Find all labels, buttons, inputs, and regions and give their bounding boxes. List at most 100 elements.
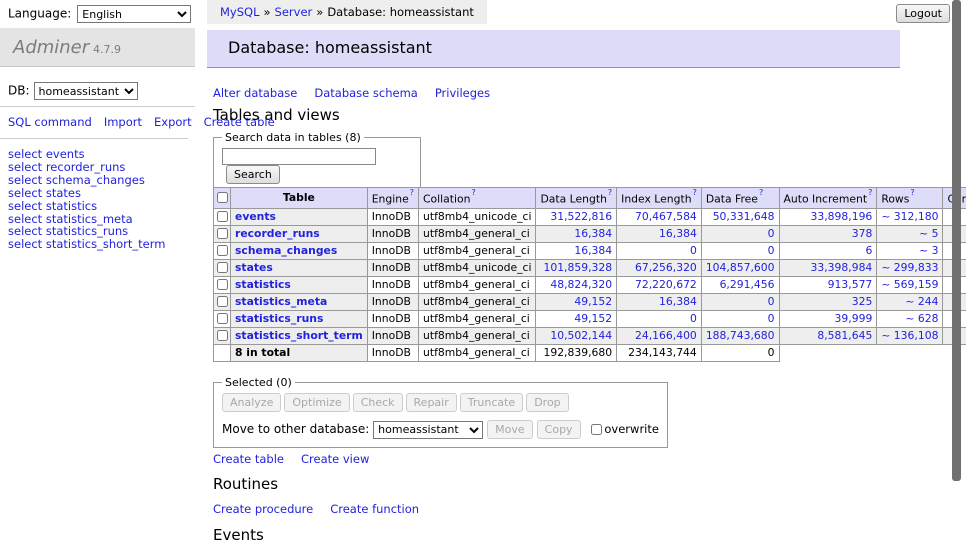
- table-link-statistics_meta[interactable]: statistics_meta: [235, 295, 327, 308]
- data-length-link[interactable]: 49,152: [574, 312, 612, 325]
- data-length-link[interactable]: 31,522,816: [550, 210, 612, 223]
- copy-button[interactable]: Copy: [537, 420, 581, 439]
- data-free-link[interactable]: 104,857,600: [706, 261, 775, 274]
- data-length-link[interactable]: 49,152: [574, 295, 612, 308]
- rows-link[interactable]: ~ 5: [919, 227, 938, 240]
- table-link-states[interactable]: states: [235, 261, 273, 274]
- search-button[interactable]: Search: [226, 165, 280, 184]
- link-create-function[interactable]: Create function: [330, 502, 419, 516]
- drop-button[interactable]: Drop: [526, 393, 568, 412]
- help-link[interactable]: ?: [410, 188, 414, 197]
- index-length-link[interactable]: 16,384: [659, 295, 697, 308]
- index-length-link[interactable]: 72,220,672: [635, 278, 697, 291]
- index-length-link[interactable]: 67,256,320: [635, 261, 697, 274]
- link-create-table[interactable]: Create table: [213, 452, 284, 466]
- optimize-button[interactable]: Optimize: [284, 393, 349, 412]
- rows-link[interactable]: ~ 3: [919, 244, 938, 257]
- link-create-procedure[interactable]: Create procedure: [213, 502, 313, 516]
- table-link-schema_changes[interactable]: schema_changes: [235, 244, 337, 257]
- breadcrumb-server[interactable]: Server: [275, 5, 313, 19]
- data-length-link[interactable]: 16,384: [574, 244, 612, 257]
- auto-increment-link[interactable]: 39,999: [835, 312, 873, 325]
- sidebar-item-select-schema-changes[interactable]: select schema_changes: [8, 174, 187, 187]
- row-checkbox[interactable]: [217, 211, 228, 222]
- rows-link[interactable]: ~ 628: [905, 312, 938, 325]
- total-empty-cell: [214, 344, 231, 361]
- help-link[interactable]: ?: [910, 188, 914, 197]
- sidebar-item-select-recorder-runs[interactable]: select recorder_runs: [8, 161, 187, 174]
- row-checkbox[interactable]: [217, 296, 228, 307]
- sidebar-link-sql-command[interactable]: SQL command: [8, 115, 92, 129]
- data-length-link[interactable]: 101,859,328: [543, 261, 612, 274]
- auto-increment-link[interactable]: 33,398,984: [810, 261, 872, 274]
- row-checkbox[interactable]: [217, 228, 228, 239]
- table-row-statistics_meta: statistics_metaInnoDButf8mb4_general_ci4…: [214, 293, 966, 310]
- row-checkbox[interactable]: [217, 279, 228, 290]
- data-length-link[interactable]: 16,384: [574, 227, 612, 240]
- data-length-link[interactable]: 10,502,144: [550, 329, 612, 342]
- rows-link[interactable]: ~ 136,108: [881, 329, 938, 342]
- table-link-statistics[interactable]: statistics: [235, 278, 291, 291]
- auto-increment-link[interactable]: 8,581,645: [817, 329, 872, 342]
- data-free-link[interactable]: 0: [768, 244, 775, 257]
- link-database-schema[interactable]: Database schema: [314, 86, 417, 100]
- help-link[interactable]: ?: [608, 188, 612, 197]
- index-length-link[interactable]: 70,467,584: [635, 210, 697, 223]
- row-checkbox[interactable]: [217, 245, 228, 256]
- help-link[interactable]: ?: [471, 188, 475, 197]
- rows-link[interactable]: ~ 569,159: [881, 278, 938, 291]
- scrollbar[interactable]: [952, 0, 961, 481]
- index-length-link[interactable]: 0: [690, 312, 697, 325]
- move-button[interactable]: Move: [487, 420, 533, 439]
- breadcrumb-mysql[interactable]: MySQL: [220, 5, 260, 19]
- data-free-link[interactable]: 50,331,648: [713, 210, 775, 223]
- rows-link[interactable]: ~ 244: [905, 295, 938, 308]
- table-link-recorder_runs[interactable]: recorder_runs: [235, 227, 320, 240]
- sidebar-link-export[interactable]: Export: [154, 115, 192, 129]
- data-free-link[interactable]: 0: [768, 312, 775, 325]
- index-length-link[interactable]: 16,384: [659, 227, 697, 240]
- auto-increment-link[interactable]: 33,898,196: [810, 210, 872, 223]
- check-button[interactable]: Check: [353, 393, 403, 412]
- data-free-link[interactable]: 6,291,456: [720, 278, 775, 291]
- sidebar-item-select-statistics[interactable]: select statistics: [8, 200, 187, 213]
- truncate-button[interactable]: Truncate: [460, 393, 523, 412]
- row-checkbox[interactable]: [217, 262, 228, 273]
- analyze-button[interactable]: Analyze: [222, 393, 281, 412]
- check-all-checkbox[interactable]: [217, 192, 228, 203]
- data-length-link[interactable]: 48,824,320: [550, 278, 612, 291]
- sidebar-item-select-states[interactable]: select states: [8, 187, 187, 200]
- link-privileges[interactable]: Privileges: [435, 86, 490, 100]
- auto-increment-link[interactable]: 6: [865, 244, 872, 257]
- table-link-events[interactable]: events: [235, 210, 276, 223]
- repair-button[interactable]: Repair: [406, 393, 457, 412]
- rows-link[interactable]: ~ 299,833: [881, 261, 938, 274]
- sidebar-link-import[interactable]: Import: [104, 115, 142, 129]
- table-link-statistics_runs[interactable]: statistics_runs: [235, 312, 323, 325]
- overwrite-checkbox[interactable]: [591, 424, 602, 435]
- row-checkbox[interactable]: [217, 330, 228, 341]
- help-link[interactable]: ?: [868, 188, 872, 197]
- link-alter-database[interactable]: Alter database: [213, 86, 297, 100]
- sidebar-item-select-events[interactable]: select events: [8, 148, 187, 161]
- index-length-link[interactable]: 0: [690, 244, 697, 257]
- language-select[interactable]: English: [77, 5, 191, 23]
- data-free-link[interactable]: 188,743,680: [706, 329, 775, 342]
- data-free-link[interactable]: 0: [768, 295, 775, 308]
- rows-link[interactable]: ~ 312,180: [881, 210, 938, 223]
- data-free-link[interactable]: 0: [768, 227, 775, 240]
- sidebar-item-select-statistics-short-term[interactable]: select statistics_short_term: [8, 238, 187, 251]
- table-link-statistics_short_term[interactable]: statistics_short_term: [235, 329, 363, 342]
- help-link[interactable]: ?: [759, 188, 763, 197]
- link-create-view[interactable]: Create view: [301, 452, 369, 466]
- move-db-select[interactable]: homeassistant: [373, 421, 483, 439]
- search-input[interactable]: [222, 148, 376, 165]
- auto-increment-link[interactable]: 325: [852, 295, 873, 308]
- help-link[interactable]: ?: [693, 188, 697, 197]
- auto-increment-link[interactable]: 378: [852, 227, 873, 240]
- adminer-logo[interactable]: Adminer: [13, 37, 89, 58]
- index-length-link[interactable]: 24,166,400: [635, 329, 697, 342]
- db-select[interactable]: homeassistant: [34, 82, 138, 100]
- row-checkbox[interactable]: [217, 313, 228, 324]
- auto-increment-link[interactable]: 913,577: [828, 278, 873, 291]
